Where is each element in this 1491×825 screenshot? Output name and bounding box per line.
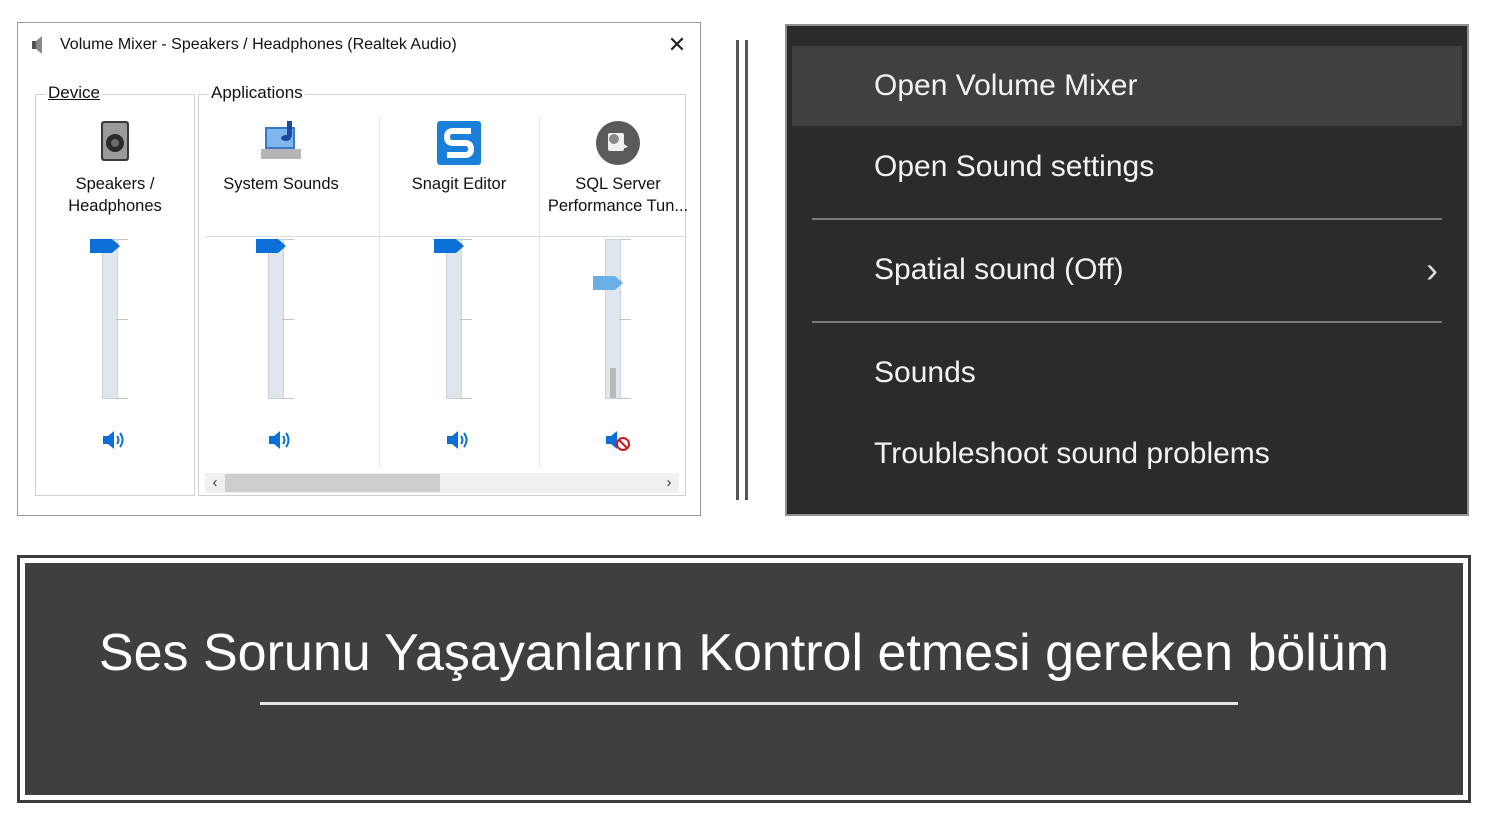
app-name-line1: System Sounds [223,175,339,193]
caption-underline [260,702,1238,705]
slider-tick [282,319,294,320]
mute-toggle-icon[interactable] [101,427,129,453]
chevron-right-icon: › [1426,249,1438,290]
app-name-line1: Snagit Editor [411,175,507,193]
app-channel-snagit-editor: Snagit Editor [380,115,538,467]
device-group-label: Device [46,83,102,103]
applications-group-label: Applications [209,83,305,103]
device-group: Device Speakers / Headphones [35,83,195,496]
app-name-line2: Performance Tun... [547,197,689,215]
mute-toggle-icon[interactable] [445,427,473,453]
app-name: Snagit Editor [380,173,538,195]
slider-tick [619,319,631,320]
device-name-line2: Headphones [68,197,162,215]
slider-thumb[interactable] [434,239,464,253]
app-name-line1: SQL Server [575,175,661,193]
slider-tick [460,319,472,320]
scroll-thumb[interactable] [225,474,440,492]
slider-tick [116,319,128,320]
app-channel-system-sounds: System Sounds [203,115,359,467]
window-title: Volume Mixer - Speakers / Headphones (Re… [60,36,457,53]
app-name: SQL Server Performance Tun... [540,173,696,217]
system-sounds-icon [261,121,301,159]
slider-thumb[interactable] [593,275,623,290]
device-name-line1: Speakers / [75,175,155,193]
menu-item-label: Spatial sound (Off) [874,253,1124,286]
sql-server-icon [596,121,640,165]
caption-banner: Ses Sorunu Yaşayanların Kontrol etmesi g… [17,555,1471,803]
scroll-left-button[interactable]: ‹ [205,473,225,493]
slider-tick [282,398,294,399]
menu-item-spatial-sound[interactable]: Spatial sound (Off) › [792,230,1462,310]
menu-separator [812,218,1442,220]
device-name: Speakers / Headphones [36,173,194,217]
title-bar[interactable]: Volume Mixer - Speakers / Headphones (Re… [18,23,700,67]
menu-separator [812,321,1442,323]
slider-tick [619,239,631,240]
horizontal-scrollbar[interactable]: ‹ › [205,473,679,493]
slider-tick [619,398,631,399]
volume-mixer-window: Volume Mixer - Speakers / Headphones (Re… [17,22,701,516]
sound-context-menu: Open Volume Mixer Open Sound settings Sp… [785,24,1469,516]
slider-tick [116,398,128,399]
app-channel-sql-server: SQL Server Performance Tun... [540,115,696,467]
menu-item-sounds[interactable]: Sounds [792,333,1462,413]
mute-toggle-icon[interactable] [267,427,295,453]
speaker-icon [32,36,42,54]
muted-speaker-icon[interactable] [604,427,632,453]
app-name: System Sounds [203,173,359,195]
menu-item-open-sound-settings[interactable]: Open Sound settings [792,127,1462,207]
volume-slider[interactable] [593,233,643,403]
speaker-box-icon [101,121,129,161]
scroll-right-button[interactable]: › [659,473,679,493]
caption-text: Ses Sorunu Yaşayanların Kontrol etmesi g… [98,624,1390,682]
menu-item-label: Sounds [874,356,976,389]
volume-slider[interactable] [256,233,306,403]
double-divider [736,40,750,500]
slider-tick [460,398,472,399]
menu-item-label: Open Volume Mixer [874,69,1138,102]
volume-slider[interactable] [90,233,140,403]
close-button[interactable]: ✕ [664,32,690,58]
device-channel: Speakers / Headphones [36,115,194,467]
volume-slider[interactable] [434,233,484,403]
applications-group: Applications System Sounds Snagit Editor… [198,83,688,496]
slider-fill [610,368,616,398]
slider-thumb[interactable] [90,239,120,253]
caption-banner-inner: Ses Sorunu Yaşayanların Kontrol etmesi g… [25,563,1463,795]
menu-item-label: Open Sound settings [874,150,1155,183]
menu-item-open-volume-mixer[interactable]: Open Volume Mixer [792,46,1462,126]
menu-item-label: Troubleshoot sound problems [874,437,1270,470]
menu-item-troubleshoot-sound-problems[interactable]: Troubleshoot sound problems [792,414,1462,494]
snagit-icon [437,121,481,165]
slider-thumb[interactable] [256,239,286,253]
